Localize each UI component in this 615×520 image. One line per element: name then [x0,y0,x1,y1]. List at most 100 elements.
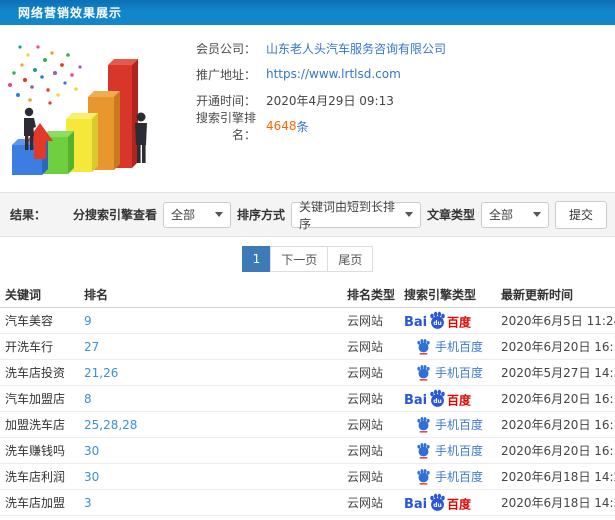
engine-rank-count: 4648 [266,119,297,133]
rank-link[interactable]: 9 [84,314,92,328]
mobile-baidu-paw-icon [417,469,430,485]
member-company-link[interactable]: 山东老人头汽车服务咨询有限公司 [266,40,446,57]
updated-time-cell: 2020年6月5日 11:24 [501,314,615,328]
mobile-baidu-logo: 手机百度 [404,442,483,459]
article-type-select[interactable]: 全部 [480,201,549,228]
keyword-cell: 洗车店加盟 [5,496,66,510]
bar-chart-illustration [8,45,147,175]
rank-type-cell: 云网站 [347,314,384,328]
table-row: 加盟洗车店 25,28,28 云网站 Bai du 百度 [0,412,615,438]
svg-text:Bai: Bai [404,497,427,512]
rank-link[interactable]: 25,28,28 [84,418,137,432]
chevron-down-icon [532,212,541,217]
sort-label: 排序方式 [236,208,285,222]
svg-text:百度: 百度 [447,496,472,511]
svg-text:百度: 百度 [447,314,472,329]
results-table: 关键词 排名 排名类型 搜索引擎类型 最新更新时间 汽车美容 9 云网站 Bai [0,281,615,516]
engine-view-label: 分搜索引擎查看 [72,208,157,222]
rank-type-cell: 云网站 [347,392,384,406]
keyword-cell: 洗车店利润 [5,470,66,484]
rank-link[interactable]: 30 [84,470,99,484]
promo-url-row: 推广地址： https://www.lrtlsd.com [180,61,615,87]
open-time-label: 开通时间： [195,93,256,108]
col-updated: 最新更新时间 [501,287,574,302]
rank-link[interactable]: 21,26 [84,366,118,380]
promo-url-label: 推广地址： [195,67,256,82]
member-company-row: 会员公司： 山东老人头汽车服务咨询有限公司 [180,35,615,61]
engine-type-cell: Bai du 百度 [404,364,501,381]
rank-type-cell: 云网站 [347,444,384,458]
filter-controls: 分搜索引擎查看 全部 排序方式 关键词由短到长排序 文章类型 全部 提交 [72,200,607,231]
updated-time-cell: 2020年6月18日 14:30 [501,496,615,510]
updated-time-cell: 2020年6月20日 16:11 [501,418,615,432]
article-type-value: 全部 [488,208,513,222]
svg-text:Bai: Bai [404,315,427,330]
mobile-baidu-logo: 手机百度 [404,364,483,381]
mobile-baidu-paw-icon [417,443,430,459]
pagination: 1 下一页 尾页 [0,237,615,281]
updated-time-cell: 2020年6月20日 16:12 [501,392,615,406]
table-row: 汽车加盟店 8 云网站 Bai du 百度 2020年6月20日 16: [0,386,615,412]
submit-button[interactable]: 提交 [554,200,607,229]
svg-text:Bai: Bai [404,393,427,408]
confetti-dots [8,45,82,105]
promo-url-link[interactable]: https://www.lrtlsd.com [266,67,401,81]
col-keyword: 关键词 [5,287,42,302]
baidu-logo: Bai du 百度 [404,493,472,513]
updated-time-cell: 2020年6月20日 16:16 [501,340,615,354]
baidu-logo: Bai du 百度 [404,389,472,409]
mobile-baidu-paw-icon [417,339,430,355]
chevron-down-icon [214,212,223,217]
rank-type-cell: 云网站 [347,418,384,432]
keyword-cell: 洗车赚钱吗 [5,444,66,458]
table-body: 汽车美容 9 云网站 Bai du 百度 2020年6月5日 11:24 开洗车… [0,308,615,516]
rank-type-cell: 云网站 [347,340,384,354]
mobile-baidu-logo: 手机百度 [404,338,483,355]
svg-text:du: du [433,397,442,404]
open-time-value: 2020年4月29日 09:13 [266,93,394,108]
result-label: 结果： [10,208,47,222]
filter-bar: 结果： 分搜索引擎查看 全部 排序方式 关键词由短到长排序 文章类型 全部 提交 [0,192,615,237]
engine-rank-label: 搜索引擎排名： [195,111,256,142]
last-page-button[interactable]: 尾页 [327,246,374,272]
table-row: 洗车店利润 30 云网站 Bai du 百度 [0,464,615,490]
updated-time-cell: 2020年5月27日 14:58 [501,366,615,380]
article-type-label: 文章类型 [426,208,475,222]
next-page-button[interactable]: 下一页 [270,246,329,272]
info-section: 会员公司： 山东老人头汽车服务咨询有限公司 推广地址： https://www.… [0,25,615,192]
engine-filter-value: 全部 [170,208,195,222]
rank-link[interactable]: 30 [84,444,99,458]
keyword-cell: 加盟洗车店 [5,418,66,432]
keyword-cell: 洗车店投资 [5,366,66,380]
table-row: 洗车店投资 21,26 云网站 Bai du 百度 [0,360,615,386]
table-header: 关键词 排名 排名类型 搜索引擎类型 最新更新时间 [0,281,615,308]
decorative-chart-image [0,25,180,192]
member-company-label: 会员公司： [195,41,256,56]
engine-filter-select[interactable]: 全部 [162,201,231,228]
keyword-cell: 开洗车行 [5,340,54,354]
page-1-button[interactable]: 1 [241,246,272,272]
page: 网络营销效果展示 会员公司： 山东老人头汽车服务咨询有限公司 推广地址： htt… [0,0,615,520]
sort-order-select[interactable]: 关键词由短到长排序 [290,200,421,231]
page-title: 网络营销效果展示 [18,6,123,20]
col-engine-type: 搜索引擎类型 [404,287,477,302]
mobile-baidu-paw-icon [417,365,430,381]
rank-link[interactable]: 27 [84,340,99,354]
col-rank-type: 排名类型 [347,287,396,302]
rank-type-cell: 云网站 [347,366,384,380]
mobile-baidu-label: 手机百度 [435,470,484,484]
mobile-baidu-label: 手机百度 [435,444,484,458]
engine-type-cell: Bai du 百度 [404,416,501,433]
baidu-paw-icon: du [430,493,445,511]
rank-link[interactable]: 3 [84,496,92,510]
baidu-paw-icon: du [430,389,445,407]
mobile-baidu-label: 手机百度 [435,418,484,432]
mobile-baidu-logo: 手机百度 [404,416,483,433]
mobile-baidu-label: 手机百度 [435,340,484,354]
rank-link[interactable]: 8 [84,392,92,406]
baidu-logo: Bai du 百度 [404,311,472,331]
rank-type-cell: 云网站 [347,470,384,484]
updated-time-cell: 2020年6月18日 14:27 [501,470,615,484]
mobile-baidu-paw-icon [417,417,430,433]
svg-text:du: du [433,501,442,508]
